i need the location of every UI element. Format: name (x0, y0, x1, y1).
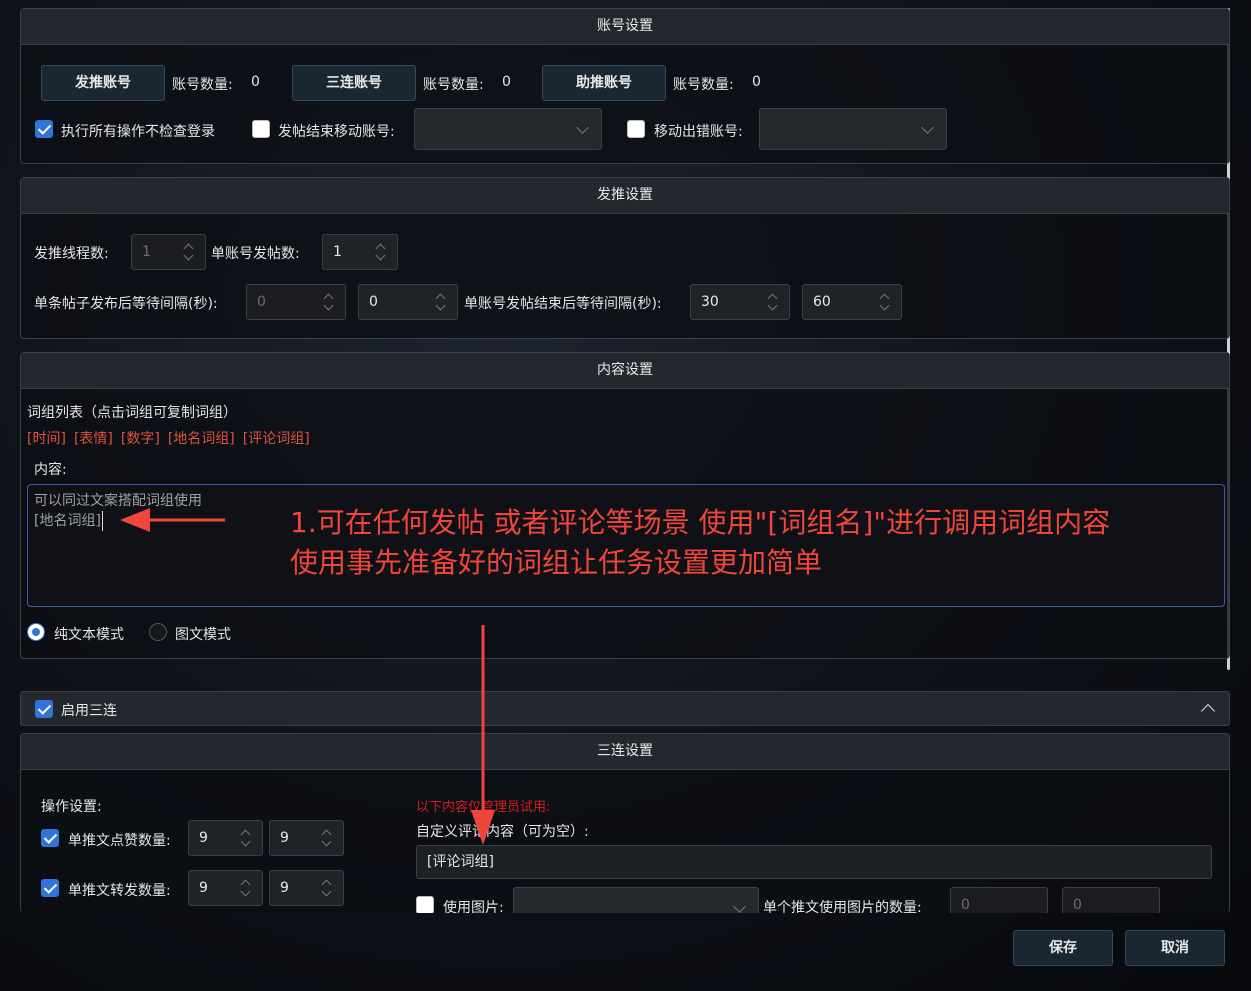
boost-account-button[interactable]: 助推账号 (542, 65, 666, 101)
like-count-checkbox[interactable] (41, 829, 59, 847)
use-image-select[interactable] (513, 887, 759, 913)
spinbox-value: 1 (333, 244, 342, 260)
content-line: [地名词组] (34, 511, 103, 531)
annotation-line-2: 使用事先准备好的词组让任务设置更加简单 (290, 546, 823, 579)
tag-comment[interactable]: [评论词组] (243, 431, 310, 447)
move-after-post-select[interactable] (414, 108, 602, 150)
use-image-checkbox[interactable] (416, 896, 434, 913)
cancel-button[interactable]: 取消 (1125, 930, 1225, 966)
enable-triple-bar[interactable]: 启用三连 (20, 691, 1230, 726)
spinner-arrows-icon[interactable] (240, 879, 250, 897)
triple-settings-panel: 三连设置 操作设置: 单推文点赞数量: 9 9 单推文转发数量: 9 9 以下内… (20, 733, 1230, 913)
spinbox-value: 1 (142, 244, 151, 260)
spinbox-value: 0 (1073, 897, 1082, 913)
account-count-label: 账号数量: (172, 77, 233, 93)
spinbox-value: 0 (257, 294, 266, 310)
spinner-arrows-icon[interactable] (375, 243, 385, 261)
spinbox-value: 9 (199, 880, 208, 896)
posts-per-account-label: 单账号发帖数: (211, 246, 300, 262)
like-min-spinbox[interactable]: 9 (188, 820, 263, 856)
posts-per-account-spinbox[interactable]: 1 (322, 234, 398, 270)
spinner-arrows-icon[interactable] (323, 293, 333, 311)
spinner-arrows-icon[interactable] (183, 243, 193, 261)
tag-number[interactable]: [数字] (121, 431, 160, 447)
ops-settings-label: 操作设置: (41, 799, 102, 815)
retweet-count-label: 单推文转发数量: (68, 883, 171, 899)
save-button[interactable]: 保存 (1013, 930, 1113, 966)
chevron-down-icon (576, 121, 589, 134)
move-error-label: 移动出错账号: (654, 124, 743, 140)
comment-content-input[interactable]: [评论词组] (416, 845, 1212, 879)
wait-after-post-max-spinbox[interactable]: 0 (358, 284, 458, 320)
tag-emoji[interactable]: [表情] (74, 431, 113, 447)
image-text-mode-label: 图文模式 (175, 627, 231, 643)
skip-login-check-label: 执行所有操作不检查登录 (61, 124, 215, 140)
chevron-down-icon (733, 900, 746, 913)
account-count-label: 账号数量: (673, 77, 734, 93)
section-title: 发推设置 (21, 178, 1229, 214)
account-settings-panel: 账号设置 发推账号 账号数量: 0 三连账号 账号数量: 0 助推账号 账号数量… (20, 8, 1230, 164)
tag-time[interactable]: [时间] (27, 431, 66, 447)
move-after-post-checkbox[interactable] (252, 120, 270, 138)
thread-count-spinbox[interactable]: 1 (131, 234, 206, 270)
image-text-mode-radio[interactable] (149, 623, 167, 641)
account-count-value: 0 (502, 74, 511, 90)
enable-triple-label: 启用三连 (61, 703, 117, 719)
spinbox-value: 60 (813, 294, 831, 310)
move-after-post-label: 发帖结束移动账号: (278, 124, 395, 140)
post-account-button[interactable]: 发推账号 (41, 65, 165, 101)
spinbox-value: 30 (701, 294, 719, 310)
image-count-label: 单个推文使用图片的数量: (763, 900, 922, 913)
content-label: 内容: (34, 462, 67, 478)
spinner-arrows-icon[interactable] (879, 293, 889, 311)
plain-text-mode-label: 纯文本模式 (54, 627, 124, 643)
spinbox-value: 9 (280, 830, 289, 846)
wait-after-account-min-spinbox[interactable]: 30 (690, 284, 790, 320)
account-count-value: 0 (251, 74, 260, 90)
spinner-arrows-icon[interactable] (435, 293, 445, 311)
wait-after-account-max-spinbox[interactable]: 60 (802, 284, 902, 320)
comment-content-value: [评论词组] (427, 854, 494, 870)
admin-note: 以下内容仅管理员试用: (416, 800, 551, 815)
spinbox-value: 9 (280, 880, 289, 896)
chevron-down-icon (921, 121, 934, 134)
retweet-max-spinbox[interactable]: 9 (269, 870, 344, 906)
spinner-arrows-icon[interactable] (240, 829, 250, 847)
post-settings-panel: 发推设置 发推线程数: 1 单账号发帖数: 1 单条帖子发布后等待间隔(秒): … (20, 177, 1230, 339)
thread-count-label: 发推线程数: (34, 246, 109, 262)
retweet-count-checkbox[interactable] (41, 879, 59, 897)
tag-place[interactable]: [地名词组] (168, 431, 235, 447)
account-count-value: 0 (752, 74, 761, 90)
image-count-max-spinbox[interactable]: 0 (1062, 887, 1160, 913)
comment-content-label: 自定义评论内容（可为空）: (416, 824, 589, 840)
wait-after-post-label: 单条帖子发布后等待间隔(秒): (34, 296, 218, 312)
spinbox-value: 9 (199, 830, 208, 846)
enable-triple-checkbox[interactable] (35, 700, 53, 718)
section-title: 三连设置 (21, 734, 1229, 770)
spinbox-value: 0 (961, 897, 970, 913)
wait-after-post-min-spinbox[interactable]: 0 (246, 284, 346, 320)
skip-login-check-checkbox[interactable] (35, 120, 53, 138)
section-title: 账号设置 (21, 9, 1229, 45)
spinner-arrows-icon[interactable] (321, 829, 331, 847)
move-error-select[interactable] (759, 108, 947, 150)
spinner-arrows-icon[interactable] (767, 293, 777, 311)
retweet-min-spinbox[interactable]: 9 (188, 870, 263, 906)
spinner-arrows-icon[interactable] (321, 879, 331, 897)
wordlist-label: 词组列表（点击词组可复制词组） (27, 405, 237, 421)
section-title: 内容设置 (21, 353, 1229, 389)
annotation-line-1: 1.可在任何发帖 或者评论等场景 使用"[词组名]"进行调用词组内容 (290, 506, 1111, 539)
use-image-label: 使用图片: (443, 900, 504, 913)
wait-after-account-label: 单账号发帖结束后等待间隔(秒): (464, 296, 662, 312)
like-count-label: 单推文点赞数量: (68, 833, 171, 849)
account-count-label: 账号数量: (423, 77, 484, 93)
like-max-spinbox[interactable]: 9 (269, 820, 344, 856)
move-error-checkbox[interactable] (627, 120, 645, 138)
chevron-up-icon[interactable] (1200, 703, 1216, 719)
image-count-min-spinbox[interactable]: 0 (950, 887, 1048, 913)
wordlist-tags: [时间] [表情] [数字] [地名词组] [评论词组] (27, 428, 318, 448)
spinbox-value: 0 (369, 294, 378, 310)
plain-text-mode-radio[interactable] (27, 623, 45, 641)
triple-account-button[interactable]: 三连账号 (292, 65, 416, 101)
